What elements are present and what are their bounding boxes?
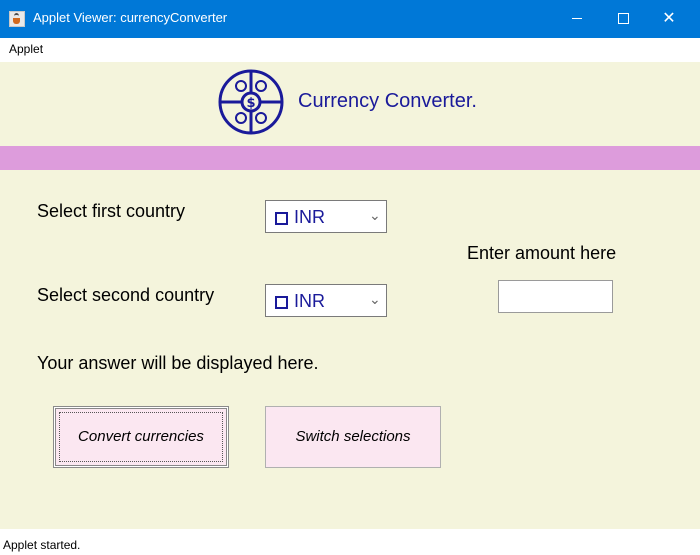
switch-selections-button[interactable]: Switch selections xyxy=(265,406,441,468)
second-country-value: INR xyxy=(294,291,325,311)
result-text: Your answer will be displayed here. xyxy=(37,353,319,373)
second-country-select[interactable]: INR ⌄ xyxy=(265,284,387,317)
title-bar[interactable]: Applet Viewer: currencyConverter ✕ xyxy=(0,0,700,38)
menu-applet[interactable]: Applet xyxy=(9,42,43,56)
switch-selections-label: Switch selections xyxy=(295,428,411,445)
maximize-button[interactable] xyxy=(600,0,646,38)
chevron-down-icon: ⌄ xyxy=(369,207,381,223)
currency-globe-logo: $ xyxy=(218,69,284,135)
chevron-down-icon: ⌄ xyxy=(369,291,381,307)
window-title: Applet Viewer: currencyConverter xyxy=(33,10,228,25)
currency-flag-icon xyxy=(275,212,288,225)
close-icon: ✕ xyxy=(662,10,676,27)
app-heading: Currency Converter. xyxy=(298,90,477,112)
first-country-value: INR xyxy=(294,207,325,227)
convert-currencies-label: Convert currencies xyxy=(78,428,204,445)
status-bar: Applet started. xyxy=(0,529,700,555)
menu-bar: Applet xyxy=(0,38,700,62)
maximize-icon xyxy=(617,13,629,25)
svg-text:$: $ xyxy=(246,96,255,111)
minimize-button[interactable] xyxy=(554,0,600,38)
accent-band xyxy=(0,146,700,170)
status-text: Applet started. xyxy=(3,538,81,552)
amount-input[interactable] xyxy=(498,280,613,313)
first-country-label: Select first country xyxy=(37,201,186,221)
amount-label: Enter amount here xyxy=(467,243,617,263)
currency-flag-icon xyxy=(275,296,288,309)
close-button[interactable]: ✕ xyxy=(646,0,692,38)
java-cup-icon xyxy=(9,11,25,27)
convert-currencies-button[interactable]: Convert currencies xyxy=(53,406,229,468)
second-country-label: Select second country xyxy=(37,285,215,305)
minimize-icon xyxy=(572,18,582,20)
first-country-select[interactable]: INR ⌄ xyxy=(265,200,387,233)
